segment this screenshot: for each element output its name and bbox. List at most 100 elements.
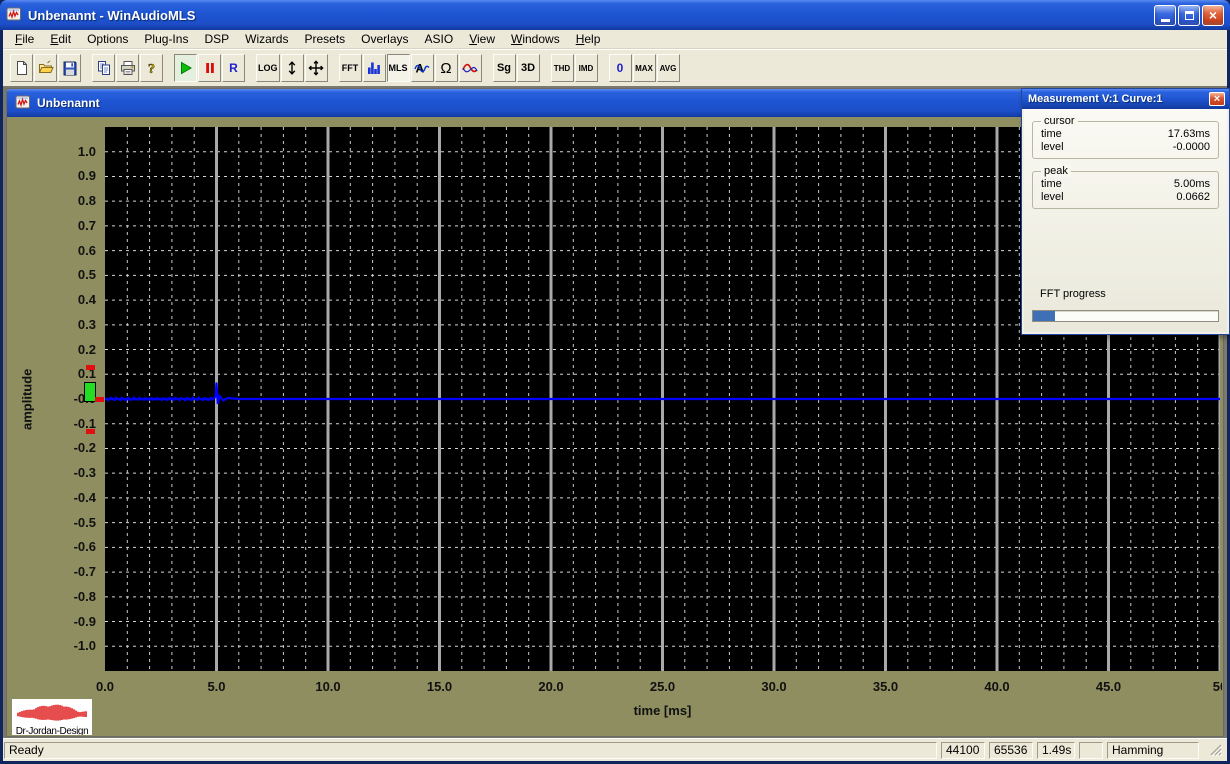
- logo-text: Dr-Jordan-Design: [15, 726, 89, 735]
- y-tick-label: 1.0: [77, 143, 96, 159]
- measurement-group-peak: peak time 5.00ms level 0.0662: [1032, 165, 1219, 209]
- print-button[interactable]: [116, 54, 139, 82]
- y-tick-label: -0.2: [73, 440, 96, 456]
- measurement-close-button[interactable]: ×: [1209, 92, 1225, 106]
- help-icon: ?: [144, 60, 160, 76]
- play-button[interactable]: [174, 54, 197, 82]
- menu-options[interactable]: Options: [79, 30, 136, 48]
- help-button[interactable]: ?: [140, 54, 163, 82]
- mls-button-label: MLS: [388, 63, 408, 73]
- minimize-button[interactable]: [1154, 4, 1176, 26]
- status-field-extra: [1079, 742, 1103, 759]
- avg-button[interactable]: AVG: [656, 54, 680, 82]
- signal-generator-button[interactable]: Sg: [492, 54, 516, 82]
- menu-dsp[interactable]: DSP: [196, 30, 237, 48]
- scope-button[interactable]: A: [410, 54, 434, 82]
- status-field-duration: 1.49s: [1037, 742, 1075, 759]
- x-tick-label: 35.0: [872, 679, 899, 694]
- brand-logo: Dr-Jordan-Design: [12, 699, 92, 735]
- measurement-title: Measurement V:1 Curve:1: [1028, 93, 1163, 105]
- pause-icon: [202, 60, 218, 76]
- zoom-vertical-button[interactable]: [280, 54, 304, 82]
- x-tick-label: 10.0: [315, 679, 341, 694]
- restore-button[interactable]: [1178, 4, 1200, 26]
- status-field-sample-rate: 44100: [941, 742, 985, 759]
- max-button[interactable]: MAX: [632, 54, 656, 82]
- menu-file[interactable]: File: [7, 30, 42, 48]
- copy-button[interactable]: [92, 54, 115, 82]
- thd-button[interactable]: THD: [550, 54, 574, 82]
- fft-button[interactable]: FFT: [338, 54, 362, 82]
- toolbar-group: Sg 3D: [492, 54, 541, 82]
- menu-overlays[interactable]: Overlays: [353, 30, 416, 48]
- record-button[interactable]: R: [222, 54, 245, 82]
- menu-asio[interactable]: ASIO: [417, 30, 462, 48]
- log-scale-button[interactable]: LOG: [256, 54, 280, 82]
- x-tick-label: 25.0: [649, 679, 676, 694]
- y-tick-label: -1.0: [73, 638, 96, 654]
- new-document-icon: [14, 60, 30, 76]
- measurement-row-value: -0.0000: [1172, 141, 1210, 153]
- status-field-window-function: Hamming: [1107, 742, 1199, 759]
- menu-windows[interactable]: Windows: [503, 30, 568, 48]
- x-tick-label: 0.0: [95, 679, 115, 694]
- toolbar-group: ?: [92, 54, 164, 82]
- new-button[interactable]: [10, 54, 33, 82]
- y-tick-label: 0.8: [77, 193, 96, 209]
- signal-generator-button-label: Sg: [496, 62, 512, 74]
- toolbar: ? R LOG FFT MLS A Ω Sg 3D THD IMD 0 MAX AVG: [3, 49, 1227, 86]
- y-tick-label: 0.4: [77, 292, 96, 308]
- toolbar-group: FFT MLS A Ω: [338, 54, 483, 82]
- app-icon: [6, 6, 22, 25]
- save-button[interactable]: [58, 54, 81, 82]
- measurement-row: level -0.0000: [1041, 141, 1210, 154]
- measurement-row-label: time: [1041, 178, 1062, 190]
- vertical-arrows-icon: [284, 60, 300, 76]
- menu-plug-ins[interactable]: Plug-Ins: [136, 30, 196, 48]
- imd-button-label: IMD: [578, 63, 594, 73]
- main-window: Unbenannt - WinAudioMLS × File Edit Option…: [0, 0, 1230, 764]
- minimize-icon: [1160, 18, 1170, 22]
- toolbar-group: [10, 54, 82, 82]
- mls-button[interactable]: MLS: [386, 54, 410, 82]
- mdi-area: Unbenannt amplitude time [ms] Dr-Jordan-…: [3, 86, 1230, 738]
- measurement-body: cursor time 17.63ms level -0.0000 peak time 5.0…: [1024, 109, 1227, 332]
- svg-text:?: ?: [148, 62, 155, 76]
- spectrum-button[interactable]: [362, 54, 386, 82]
- menu-presets[interactable]: Presets: [296, 30, 353, 48]
- menu-wizards[interactable]: Wizards: [237, 30, 296, 48]
- measurement-row: level 0.0662: [1041, 191, 1210, 204]
- measurement-titlebar[interactable]: Measurement V:1 Curve:1 ×: [1022, 89, 1229, 109]
- measurement-row-value: 0.0662: [1176, 191, 1210, 203]
- three-d-button[interactable]: 3D: [516, 54, 540, 82]
- menu-edit[interactable]: Edit: [42, 30, 79, 48]
- imd-button[interactable]: IMD: [574, 54, 598, 82]
- open-button[interactable]: [34, 54, 57, 82]
- toolbar-group: LOG: [256, 54, 329, 82]
- zero-button[interactable]: 0: [608, 54, 632, 82]
- menu-view[interactable]: View: [461, 30, 503, 48]
- impedance-button[interactable]: Ω: [434, 54, 458, 82]
- window-title: Unbenannt - WinAudioMLS: [28, 7, 196, 23]
- y-tick-label: 0.5: [77, 267, 96, 283]
- document-title: Unbenannt: [37, 96, 100, 110]
- measurement-row-label: time: [1041, 128, 1062, 140]
- close-button[interactable]: ×: [1202, 4, 1224, 26]
- spectrum-bars-icon: [366, 60, 382, 76]
- level-meter-mark: [95, 396, 104, 402]
- overlay-curves-button[interactable]: [458, 54, 482, 82]
- open-folder-icon: [38, 60, 54, 76]
- fft-button-label: FFT: [341, 63, 359, 73]
- impedance-button-label: Ω: [440, 59, 452, 77]
- menu-help[interactable]: Help: [568, 30, 609, 48]
- x-tick-label: 15.0: [426, 679, 453, 694]
- print-icon: [120, 60, 136, 76]
- measurement-row-value: 5.00ms: [1173, 178, 1210, 190]
- pan-button[interactable]: [304, 54, 328, 82]
- pause-button[interactable]: [198, 54, 221, 82]
- resize-grip[interactable]: [1209, 743, 1223, 757]
- x-tick-label: 40.0: [984, 679, 1010, 694]
- main-titlebar[interactable]: Unbenannt - WinAudioMLS ×: [0, 0, 1230, 30]
- y-tick-label: -0.7: [73, 564, 96, 580]
- toolbar-group: 0 MAX AVG: [608, 54, 681, 82]
